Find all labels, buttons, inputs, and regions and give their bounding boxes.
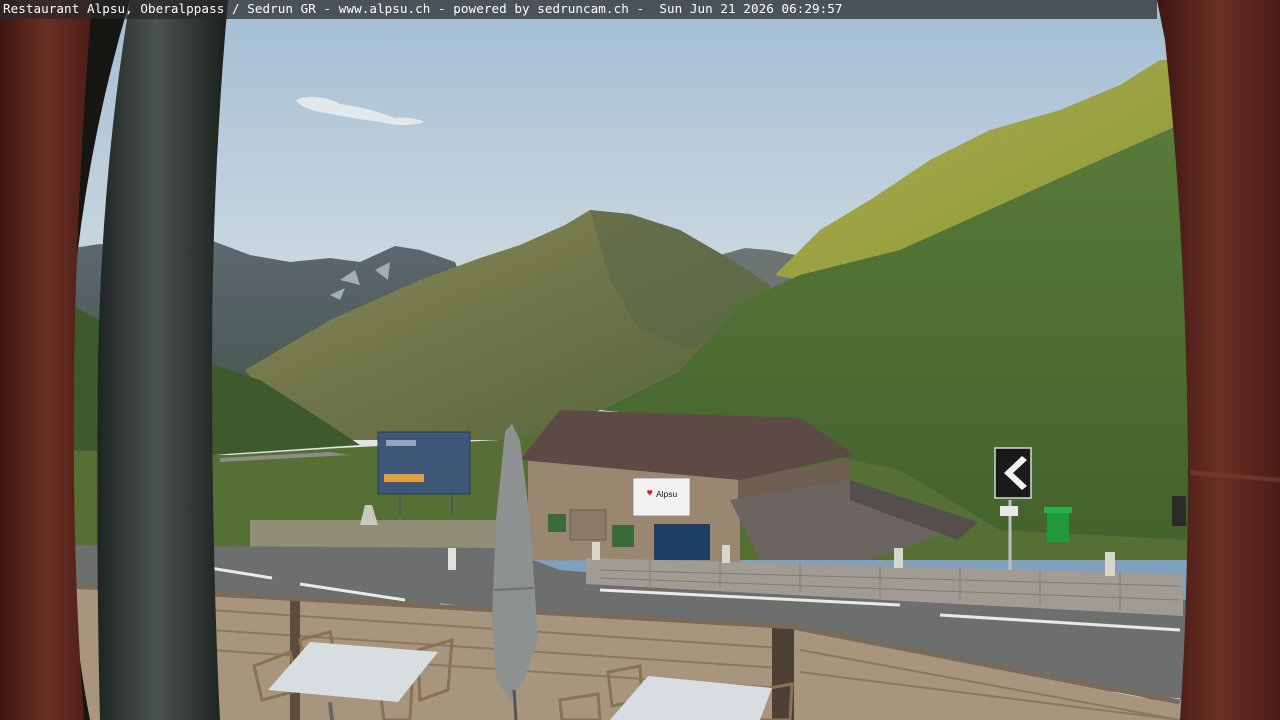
webcam-scene: ♥ Alpsu bbox=[0, 0, 1280, 720]
bollard bbox=[1105, 552, 1115, 576]
webcam-caption: Restaurant Alpsu, Oberalppass / Sedrun G… bbox=[3, 1, 843, 16]
terrace-table-leg bbox=[328, 701, 334, 720]
parked-car bbox=[1172, 496, 1186, 526]
bollard bbox=[894, 548, 903, 568]
trash-bin-lid bbox=[1044, 507, 1072, 513]
green-trash-bin bbox=[1047, 510, 1069, 542]
window-pole bbox=[97, 0, 228, 720]
heart-icon: ♥ bbox=[647, 489, 653, 499]
webcam-caption-bar: Restaurant Alpsu, Oberalppass / Sedrun G… bbox=[0, 0, 1157, 19]
hut-sign-text: Alpsu bbox=[656, 489, 678, 499]
bollard bbox=[448, 548, 456, 570]
parasol-pole bbox=[512, 689, 518, 720]
bollard bbox=[722, 545, 730, 563]
bollard bbox=[592, 542, 600, 560]
